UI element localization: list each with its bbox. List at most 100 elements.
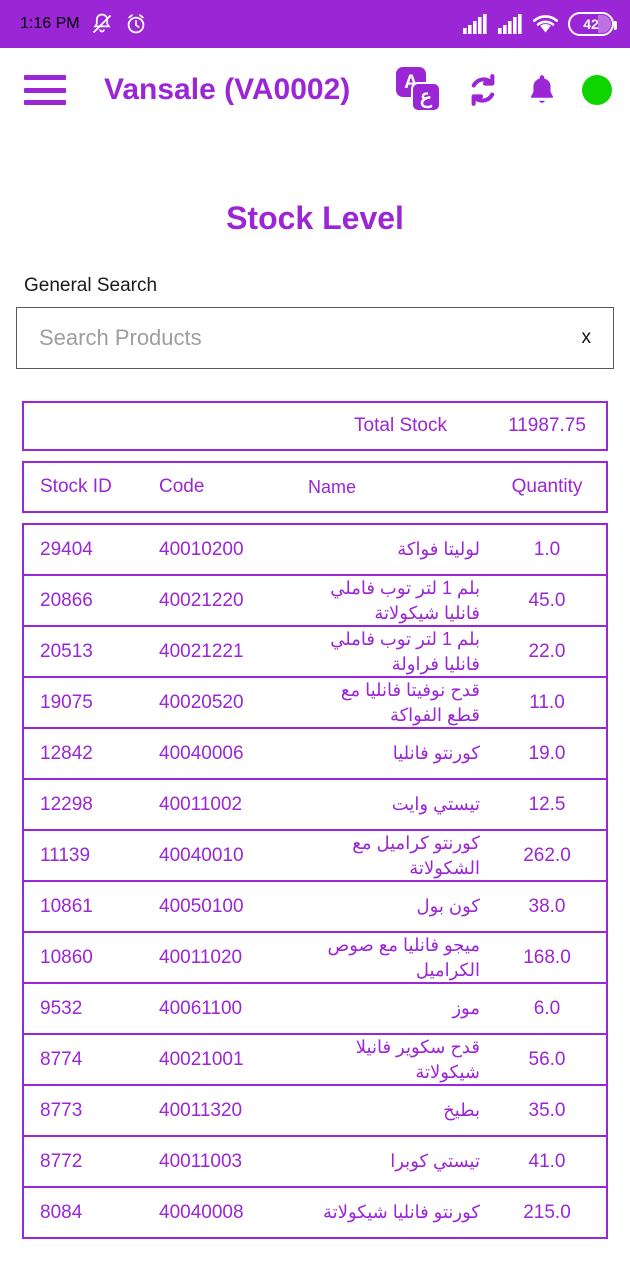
cell-name: كورنتو فانليا شيكولاتة [323,1202,480,1223]
table-row[interactable]: 10861 40050100 كون بول 38.0 [24,882,606,933]
cell-stock-id: 10860 [40,946,93,968]
status-time: 1:16 PM [20,15,80,32]
cell-code: 40040010 [159,844,244,866]
table-row[interactable]: 12298 40011002 تيستي وايت 12.5 [24,780,606,831]
cell-stock-id: 20513 [40,640,93,662]
cell-stock-id: 12842 [40,742,93,764]
cell-name: قدح سكوير فانيلا شيكولاتة [355,1037,480,1082]
cell-code: 40061100 [159,997,243,1019]
cell-quantity: 22.0 [528,640,566,662]
cell-quantity: 12.5 [528,793,566,815]
cell-quantity: 45.0 [528,589,566,611]
status-bar-left: 1:16 PM [20,12,148,36]
cell-code: 40011020 [159,946,243,968]
cell-code: 40011002 [159,793,243,815]
cell-quantity: 38.0 [528,895,566,917]
signal-bars-icon [463,14,487,34]
cell-name: كورنتو فانليا [392,743,480,764]
cell-quantity: 6.0 [533,997,561,1019]
stock-table: Total Stock 11987.75 Stock ID Code Name … [0,401,630,1239]
cell-stock-id: 8084 [40,1201,83,1223]
cell-code: 40011320 [159,1099,243,1121]
table-row[interactable]: 29404 40010200 لوليتا فواكة 1.0 [24,525,606,576]
battery-level: 42 [583,16,599,32]
language-toggle-icon[interactable]: A ع [396,67,442,113]
cell-quantity: 168.0 [523,946,571,968]
battery-fill [598,15,611,33]
cell-quantity: 1.0 [533,538,561,560]
app-bar-actions: A ع [396,67,616,113]
cell-code: 40011003 [159,1150,243,1172]
total-stock-value: 11987.75 [508,415,586,436]
language-arabic-glyph: ع [411,82,441,112]
table-header-row: Stock ID Code Name Quantity [22,461,608,513]
app-title: Vansale (VA0002) [104,73,351,106]
column-header-code: Code [159,476,205,497]
cell-name: تيستي كوبرا [390,1151,480,1172]
wifi-icon [533,15,558,33]
battery-indicator: 42 [568,12,617,36]
status-bar-right: 42 [462,12,617,36]
cell-quantity: 19.0 [528,742,566,764]
cell-code: 40021220 [159,589,244,611]
cell-name: بلم 1 لتر توب فاملي فانليا شيكولاتة [330,578,480,623]
cell-code: 40021221 [159,640,244,662]
cell-code: 40021001 [159,1048,244,1070]
table-row[interactable]: 8772 40011003 تيستي كوبرا 41.0 [24,1137,606,1188]
cell-quantity: 35.0 [528,1099,566,1121]
table-row[interactable]: 20513 40021221 بلم 1 لتر توب فاملي فانليا … [24,627,606,678]
refresh-sync-icon[interactable] [464,71,502,109]
cell-name: كورنتو كراميل مع الشكولاتة [352,833,480,878]
table-row[interactable]: 8084 40040008 كورنتو فانليا شيكولاتة 215.0 [24,1188,606,1239]
cell-quantity: 215.0 [523,1201,571,1223]
table-row[interactable]: 10860 40011020 ميجو فانليا مع صوص الكراميل… [24,933,606,984]
page-title: Stock Level [226,200,404,236]
cell-name: بلم 1 لتر توب فاملي فانليا فراولة [330,629,480,674]
cell-name: موز [452,998,480,1019]
hamburger-menu-icon[interactable] [24,75,66,105]
search-box[interactable]: x [16,307,614,369]
table-body: 29404 40010200 لوليتا فواكة 1.0 20866 4002122… [22,523,608,1239]
bell-icon[interactable] [524,72,560,108]
cell-stock-id: 8774 [40,1048,83,1070]
cell-stock-id: 8772 [40,1150,83,1172]
cell-code: 40040008 [159,1201,244,1223]
cell-name: لوليتا فواكة [397,539,480,560]
connection-status-dot[interactable] [582,75,612,105]
table-row[interactable]: 19075 40020520 قدح نوفيتا فانليا مع قطع ال… [24,678,606,729]
app-bar: Vansale (VA0002) A ع [0,48,630,132]
signal-bars-icon [498,14,522,34]
column-header-name: Name [308,476,357,497]
cell-quantity: 262.0 [523,844,571,866]
cell-stock-id: 10861 [40,895,93,917]
cell-stock-id: 11139 [40,844,91,866]
cell-quantity: 11.0 [529,691,565,713]
app-screen: 1:16 PM 42 Vansale (VA0002) A ع Stock Le… [0,0,630,1280]
search-section: General Search x [0,275,630,369]
cell-stock-id: 29404 [40,538,93,560]
table-row[interactable]: 12842 40040006 كورنتو فانليا 19.0 [24,729,606,780]
column-header-quantity: Quantity [511,476,583,497]
table-row[interactable]: 11139 40040010 كورنتو كراميل مع الشكولاتة 2… [24,831,606,882]
cell-code: 40020520 [159,691,244,713]
cell-name: تيستي وايت [391,794,480,815]
cell-name: بطيخ [443,1100,480,1121]
cell-quantity: 56.0 [528,1048,566,1070]
cell-name: ميجو فانليا مع صوص الكراميل [327,935,480,980]
cell-stock-id: 12298 [40,793,93,815]
table-row[interactable]: 8774 40021001 قدح سكوير فانيلا شيكولاتة 56.… [24,1035,606,1086]
cell-name: كون بول [416,896,480,917]
clear-search-button[interactable]: x [572,327,592,349]
search-input[interactable] [39,325,572,351]
table-row[interactable]: 9532 40061100 موز 6.0 [24,984,606,1035]
cell-stock-id: 20866 [40,589,93,611]
cell-code: 40040006 [159,742,244,764]
alarm-clock-icon [127,14,144,34]
column-header-stock-id: Stock ID [40,476,112,497]
cell-code: 40010200 [159,538,244,560]
table-row[interactable]: 20866 40021220 بلم 1 لتر توب فاملي فانليا … [24,576,606,627]
cell-quantity: 41.0 [528,1150,566,1172]
cell-stock-id: 19075 [40,691,93,713]
status-bar: 1:16 PM 42 [0,0,630,48]
table-row[interactable]: 8773 40011320 بطيخ 35.0 [24,1086,606,1137]
